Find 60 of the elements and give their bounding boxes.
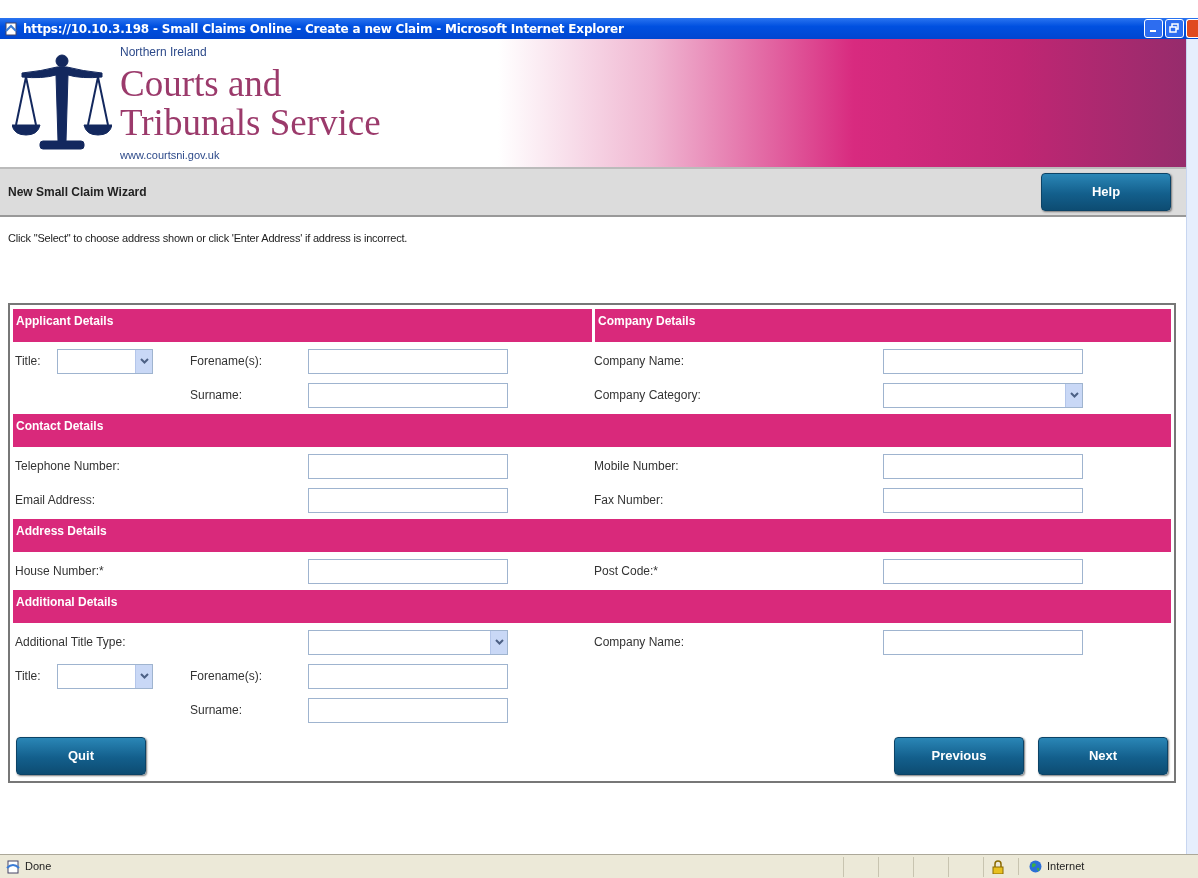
field-label: Company Name: bbox=[594, 634, 685, 651]
field-label: Post Code:* bbox=[594, 563, 659, 580]
text-field[interactable] bbox=[308, 382, 508, 408]
text-field[interactable] bbox=[883, 487, 1083, 513]
window-title: https://10.10.3.198 - Small Claims Online - Create a new Claim - Microsoft Internet Explorer bbox=[23, 20, 624, 38]
page-icon bbox=[4, 21, 18, 36]
next-button[interactable]: Next bbox=[1038, 737, 1168, 775]
text-field[interactable] bbox=[308, 487, 508, 513]
field-label: Telephone Number: bbox=[15, 458, 120, 475]
previous-button[interactable]: Previous bbox=[894, 737, 1024, 775]
scrollbar[interactable] bbox=[1186, 39, 1198, 856]
field-label: House Number:* bbox=[15, 563, 104, 580]
field-label: Title: bbox=[15, 353, 41, 370]
section-header: Address Details bbox=[13, 519, 1171, 552]
text-field[interactable] bbox=[883, 629, 1083, 655]
text-field[interactable] bbox=[883, 558, 1083, 584]
section-header: Applicant Details bbox=[13, 309, 592, 342]
close-button[interactable] bbox=[1186, 19, 1198, 38]
section-header: Company Details bbox=[592, 309, 1171, 342]
field-label: Forename(s): bbox=[190, 353, 263, 370]
minimize-button[interactable] bbox=[1144, 19, 1163, 38]
service-name: Courts and bbox=[120, 63, 283, 103]
page-icon bbox=[6, 859, 20, 874]
dropdown[interactable] bbox=[57, 348, 153, 374]
globe-icon bbox=[1029, 860, 1042, 873]
field-label: Email Address: bbox=[15, 492, 96, 509]
help-button[interactable]: Help bbox=[1041, 173, 1171, 211]
text-field[interactable] bbox=[308, 663, 508, 689]
service-name: Tribunals Service bbox=[120, 102, 381, 142]
section-header: Contact Details bbox=[13, 414, 1171, 447]
status-text: Done bbox=[25, 859, 52, 875]
website-label: www.courtsni.gov.uk bbox=[120, 149, 221, 161]
field-label: Mobile Number: bbox=[594, 458, 679, 475]
text-field[interactable] bbox=[883, 453, 1083, 479]
scales-logo-icon bbox=[12, 53, 112, 153]
text-field[interactable] bbox=[308, 697, 508, 723]
field-label: Surname: bbox=[190, 702, 243, 719]
field-label: Company Category: bbox=[594, 387, 701, 404]
lock-icon bbox=[992, 859, 1004, 874]
text-field[interactable] bbox=[308, 453, 508, 479]
text-field[interactable] bbox=[883, 348, 1083, 374]
region-label: Northern Ireland bbox=[120, 45, 208, 58]
dropdown[interactable] bbox=[57, 663, 153, 689]
restore-icon bbox=[1169, 23, 1180, 34]
field-label: Additional Title Type: bbox=[15, 634, 126, 651]
security-zone-label: Internet bbox=[1047, 859, 1085, 875]
section-header: Additional Details bbox=[13, 590, 1171, 623]
text-field[interactable] bbox=[308, 558, 508, 584]
field-label: Company Name: bbox=[594, 353, 685, 370]
field-label: Title: bbox=[15, 668, 41, 685]
restore-button[interactable] bbox=[1165, 19, 1184, 38]
dropdown[interactable] bbox=[308, 629, 508, 655]
wizard-title: New Small Claim Wizard bbox=[8, 184, 147, 201]
instruction-text: Click "Select" to choose address shown or click 'Enter Address' if address is incorrect. bbox=[7, 231, 409, 246]
field-label: Surname: bbox=[190, 387, 243, 404]
field-label: Forename(s): bbox=[190, 668, 263, 685]
quit-button[interactable]: Quit bbox=[16, 737, 146, 775]
field-label: Fax Number: bbox=[594, 492, 664, 509]
dropdown[interactable] bbox=[883, 382, 1083, 408]
text-field[interactable] bbox=[308, 348, 508, 374]
